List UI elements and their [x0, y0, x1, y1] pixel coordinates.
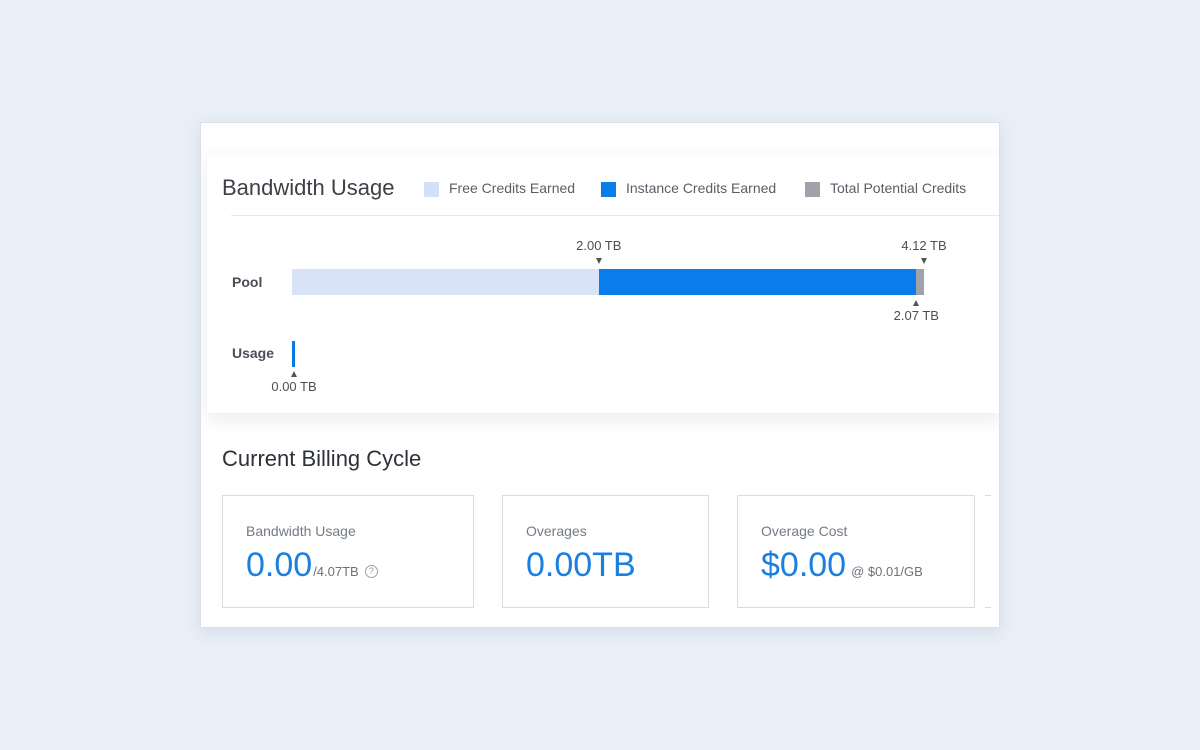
panel-divider: [231, 215, 999, 216]
stat-overages-label: Overages: [526, 523, 587, 539]
pool-marker-instance-arrow: [913, 300, 920, 306]
legend-label-free: Free Credits Earned: [449, 180, 576, 196]
pool-bar: [292, 269, 924, 295]
pool-marker-free-label: 2.00 TB: [576, 238, 622, 253]
pool-marker-total-label: 4.12 TB: [901, 238, 947, 253]
bandwidth-usage-panel: Bandwidth Usage Free Credits Earned Inst…: [207, 155, 999, 413]
billing-cycle-title: Current Billing Cycle: [222, 446, 422, 471]
stat-bandwidth-usage-value: 0.00: [246, 546, 313, 584]
legend-swatch-free: [424, 182, 439, 197]
usage-label: Usage: [232, 345, 275, 361]
stat-overage-cost-value-row: $0.00 @ $0.01/GB: [761, 546, 923, 585]
stat-bandwidth-usage-value-row: 0.00/4.07TB?: [246, 546, 378, 585]
bandwidth-card: Bandwidth Usage Free Credits Earned Inst…: [200, 122, 1000, 628]
pool-marker-total-arrow: [921, 258, 927, 264]
stat-overages-value-row: 0.00TB: [526, 546, 636, 585]
pool-segment-instance: [598, 269, 917, 295]
stat-overage-cost: Overage Cost $0.00 @ $0.01/GB: [737, 495, 975, 608]
pool-label: Pool: [232, 274, 263, 290]
help-icon[interactable]: ?: [364, 565, 378, 578]
stat-overages-value: 0.00TB: [526, 546, 636, 584]
stat-overages: Overages 0.00TB: [502, 495, 709, 608]
legend-label-instance: Instance Credits Earned: [626, 180, 777, 196]
usage-marker-label: 0.00 TB: [271, 379, 317, 394]
stat-overage-cost-value: $0.00: [761, 546, 847, 584]
legend-label-total: Total Potential Credits: [830, 180, 967, 196]
bandwidth-usage-title: Bandwidth Usage: [222, 175, 394, 200]
stat-bandwidth-usage: Bandwidth Usage 0.00/4.07TB?: [222, 495, 474, 608]
stat-bandwidth-usage-suffix: /4.07TB: [313, 564, 359, 579]
usage-bar: [292, 341, 295, 367]
pool-segment-free: [292, 269, 599, 295]
legend-swatch-instance: [601, 182, 616, 197]
legend-swatch-total: [805, 182, 820, 197]
next-card-edge-top: [985, 495, 991, 496]
usage-marker-arrow: [291, 371, 297, 377]
stat-bandwidth-usage-label: Bandwidth Usage: [246, 523, 356, 539]
stat-overage-cost-label: Overage Cost: [761, 523, 848, 539]
pool-marker-free-arrow: [595, 258, 602, 264]
stat-overage-cost-rate: @ $0.01/GB: [851, 564, 923, 579]
next-card-edge-bottom: [985, 607, 991, 608]
pool-marker-instance-label: 2.07 TB: [893, 308, 939, 323]
